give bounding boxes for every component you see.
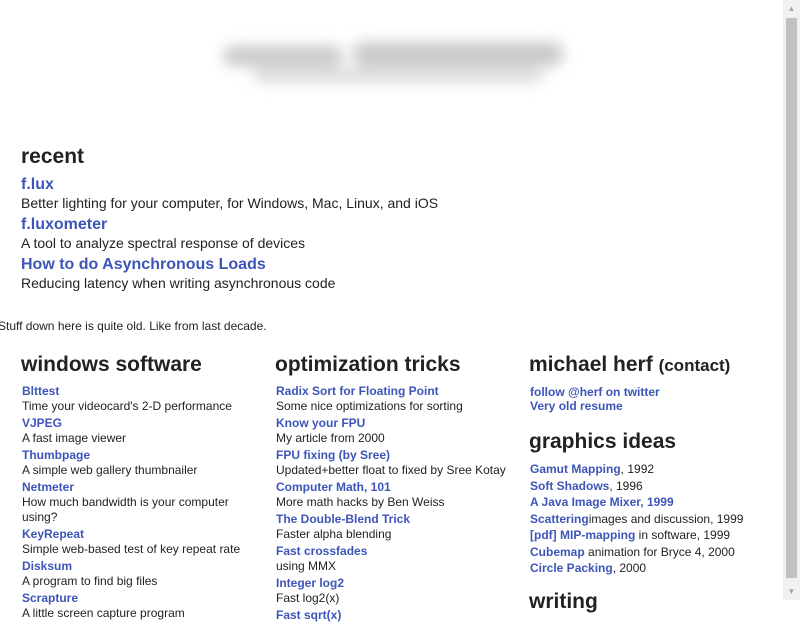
list-item: Know your FPU My article from 2000 bbox=[276, 416, 515, 446]
async-loads-link[interactable]: How to do Asynchronous Loads bbox=[21, 255, 581, 274]
radix-sort-link[interactable]: Radix Sort for Floating Point bbox=[276, 384, 515, 399]
flux-link[interactable]: f.lux bbox=[21, 175, 581, 194]
list-item: Scrapture A little screen capture progra… bbox=[22, 591, 261, 621]
list-item-desc: A simple web gallery thumbnailer bbox=[22, 463, 198, 477]
windows-software-column: windows software Blttest Time your video… bbox=[21, 352, 261, 623]
scrollbar-thumb[interactable] bbox=[786, 18, 797, 578]
list-item: Computer Math, 101 More math hacks by Be… bbox=[276, 480, 515, 510]
blttest-link[interactable]: Blttest bbox=[22, 384, 261, 399]
list-item: Disksum A program to find big files bbox=[22, 559, 261, 589]
list-item-rest: , 1992 bbox=[620, 462, 655, 476]
optimization-tricks-title: optimization tricks bbox=[275, 353, 461, 376]
cubemap-link[interactable]: Cubemap bbox=[530, 545, 585, 559]
list-item: VJPEG A fast image viewer bbox=[22, 416, 261, 446]
list-item-desc: How much bandwidth is your computer usin… bbox=[22, 495, 229, 524]
list-item-rest: , 1996 bbox=[609, 478, 643, 493]
list-item: Soft Shadows, 1996 bbox=[530, 478, 769, 495]
soft-shadows-link[interactable]: Soft Shadows bbox=[530, 479, 609, 493]
contact-link[interactable]: (contact) bbox=[659, 356, 731, 375]
list-item-rest: in software, 1999 bbox=[635, 528, 731, 542]
contact-links: follow @herf on twitter Very old resume bbox=[530, 385, 769, 413]
recent-item: f.lux Better lighting for your computer,… bbox=[21, 175, 581, 212]
list-item-desc: Time your videocard's 2-D performance bbox=[22, 399, 232, 413]
list-item-desc: A fast image viewer bbox=[22, 431, 127, 445]
windows-software-title: windows software bbox=[21, 353, 202, 376]
list-item-desc: Faster alpha blending bbox=[276, 527, 392, 541]
scroll-up-arrow-icon[interactable]: ▲ bbox=[783, 0, 800, 17]
java-image-mixer-link[interactable]: A Java Image Mixer, 1999 bbox=[530, 495, 674, 509]
list-item: Cubemap animation for Bryce 4, 2000 bbox=[530, 544, 769, 561]
keyrepeat-link[interactable]: KeyRepeat bbox=[22, 527, 261, 542]
list-item-rest: , 2000 bbox=[612, 561, 647, 575]
optimization-tricks-column: optimization tricks Radix Sort for Float… bbox=[275, 352, 515, 625]
fast-sqrt-link[interactable]: Fast sqrt(x) bbox=[276, 608, 515, 623]
list-item-desc: Some nice optimizations for sorting bbox=[276, 399, 463, 413]
list-item: Scatteringimages and discussion, 1999 bbox=[530, 511, 769, 528]
list-item: Thumbpage A simple web gallery thumbnail… bbox=[22, 448, 261, 478]
list-item-desc: More math hacks by Ben Weiss bbox=[276, 495, 445, 509]
fpu-fixing-link[interactable]: FPU fixing (by Sree) bbox=[276, 448, 515, 463]
author-name: michael herf bbox=[529, 353, 653, 376]
recent-item: How to do Asynchronous Loads Reducing la… bbox=[21, 255, 581, 292]
twitter-link[interactable]: follow @herf on twitter bbox=[530, 385, 769, 399]
right-column: michael herf (contact) follow @herf on t… bbox=[529, 352, 769, 621]
list-item: Fast sqrt(x) bbox=[276, 608, 515, 623]
list-item-desc: Simple web-based test of key repeat rate bbox=[22, 542, 241, 556]
list-item: [pdf] MIP-mapping in software, 1999 bbox=[530, 527, 769, 544]
list-item-rest: images and discussion, 1999 bbox=[588, 511, 744, 526]
scattering-link[interactable]: Scattering bbox=[530, 512, 589, 526]
thumbpage-link[interactable]: Thumbpage bbox=[22, 448, 261, 463]
resume-link[interactable]: Very old resume bbox=[530, 399, 769, 413]
fast-crossfades-link[interactable]: Fast crossfades bbox=[276, 544, 515, 559]
site-logo[interactable] bbox=[205, 30, 580, 100]
vertical-scrollbar[interactable]: ▲ ▼ bbox=[783, 0, 800, 600]
old-stuff-note: Stuff down here is quite old. Like from … bbox=[0, 319, 267, 333]
graphics-ideas-title: graphics ideas bbox=[529, 430, 677, 453]
list-item-desc: My article from 2000 bbox=[276, 431, 385, 445]
writing-title: writing bbox=[529, 589, 598, 613]
mip-mapping-pdf-link[interactable]: [pdf] MIP-mapping bbox=[530, 528, 635, 542]
circle-packing-link[interactable]: Circle Packing bbox=[530, 561, 613, 575]
list-item: FPU fixing (by Sree) Updated+better floa… bbox=[276, 448, 515, 478]
recent-item-desc: Better lighting for your computer, for W… bbox=[21, 195, 439, 211]
list-item-desc: Fast log2(x) bbox=[276, 591, 340, 605]
list-item: Circle Packing, 2000 bbox=[530, 560, 769, 577]
vjpeg-link[interactable]: VJPEG bbox=[22, 416, 261, 431]
recent-item: f.luxometer A tool to analyze spectral r… bbox=[21, 215, 581, 252]
list-item-desc: using MMX bbox=[276, 559, 337, 573]
recent-title: recent bbox=[21, 145, 85, 168]
gamut-mapping-link[interactable]: Gamut Mapping bbox=[530, 462, 621, 476]
scrapture-link[interactable]: Scrapture bbox=[22, 591, 261, 606]
recent-item-desc: Reducing latency when writing asynchrono… bbox=[21, 275, 336, 291]
fluxometer-link[interactable]: f.luxometer bbox=[21, 215, 581, 234]
recent-section: recent f.lux Better lighting for your co… bbox=[21, 145, 581, 295]
double-blend-link[interactable]: The Double-Blend Trick bbox=[276, 512, 515, 527]
list-item: Netmeter How much bandwidth is your comp… bbox=[22, 480, 261, 525]
logo-blurred-image bbox=[213, 42, 573, 88]
list-item: KeyRepeat Simple web-based test of key r… bbox=[22, 527, 261, 557]
list-item-desc: A little screen capture program bbox=[22, 606, 185, 620]
netmeter-link[interactable]: Netmeter bbox=[22, 480, 261, 495]
list-item-desc: A program to find big files bbox=[22, 574, 158, 588]
list-item: Gamut Mapping, 1992 bbox=[530, 461, 769, 478]
recent-item-desc: A tool to analyze spectral response of d… bbox=[21, 235, 306, 251]
list-item-rest: animation for Bryce 4, 2000 bbox=[584, 544, 735, 559]
list-item: The Double-Blend Trick Faster alpha blen… bbox=[276, 512, 515, 542]
know-fpu-link[interactable]: Know your FPU bbox=[276, 416, 515, 431]
list-item: Radix Sort for Floating Point Some nice … bbox=[276, 384, 515, 414]
list-item: Fast crossfades using MMX bbox=[276, 544, 515, 574]
scroll-down-arrow-icon[interactable]: ▼ bbox=[783, 583, 800, 600]
list-item-desc: Updated+better float to fixed by Sree Ko… bbox=[276, 463, 506, 477]
list-item: Integer log2 Fast log2(x) bbox=[276, 576, 515, 606]
disksum-link[interactable]: Disksum bbox=[22, 559, 261, 574]
author-title: michael herf (contact) bbox=[529, 352, 769, 379]
integer-log2-link[interactable]: Integer log2 bbox=[276, 576, 515, 591]
list-item: Blttest Time your videocard's 2-D perfor… bbox=[22, 384, 261, 414]
computer-math-link[interactable]: Computer Math, 101 bbox=[276, 480, 515, 495]
list-item: A Java Image Mixer, 1999 bbox=[530, 494, 769, 511]
